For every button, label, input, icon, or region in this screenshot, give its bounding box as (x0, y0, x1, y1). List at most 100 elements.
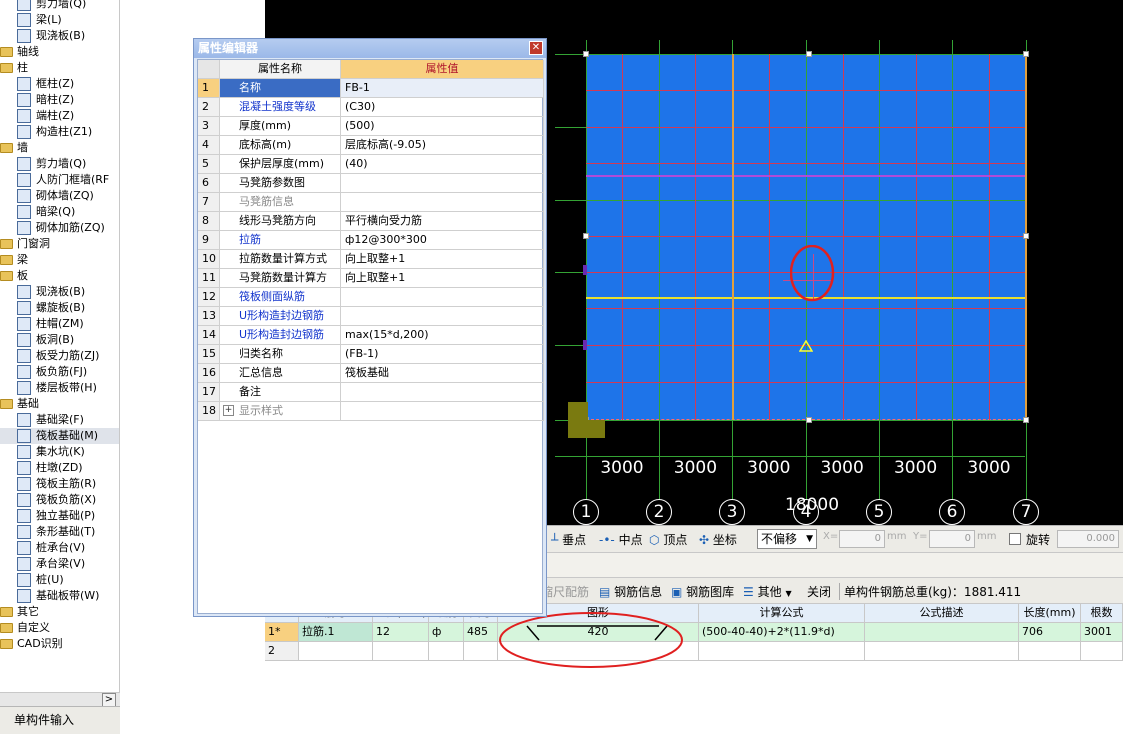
property-row[interactable]: 16 汇总信息 筏板基础 (198, 364, 544, 383)
tree-item[interactable]: 桩(U) (0, 572, 119, 588)
rotate-input[interactable]: 0.000 (1057, 530, 1119, 548)
grid-cell[interactable] (865, 642, 1019, 661)
scroll-right-arrow[interactable]: > (102, 693, 116, 707)
grid-cell[interactable] (299, 642, 373, 661)
tree-item[interactable]: 端柱(Z) (0, 108, 119, 124)
property-row[interactable]: 10 拉筋数量计算方式 向上取整+1 (198, 250, 544, 269)
grid-cell[interactable] (1019, 642, 1081, 661)
expand-icon[interactable]: + (223, 405, 234, 416)
tree-folder[interactable]: 门窗洞 (0, 236, 119, 252)
grid-cell[interactable] (373, 642, 429, 661)
tree-folder[interactable]: 自定义 (0, 620, 119, 636)
offset-select[interactable]: 不偏移 ▼ (757, 529, 817, 549)
property-row[interactable]: 6 马凳筋参数图 (198, 174, 544, 193)
tree-item[interactable]: 条形基础(T) (0, 524, 119, 540)
tree-item[interactable]: 梁(L) (0, 12, 119, 28)
tree-folder[interactable]: 梁 (0, 252, 119, 268)
tree-item[interactable]: 筏板负筋(X) (0, 492, 119, 508)
tree-item[interactable]: 承台梁(V) (0, 556, 119, 572)
property-value[interactable]: max(15*d,200) (341, 326, 544, 345)
midpoint-snap-button[interactable]: -•- 中点 (599, 531, 643, 548)
y-offset-input[interactable]: 0 (929, 530, 975, 548)
rebar-library-button[interactable]: ▣ 钢筋图库 (671, 583, 734, 600)
property-value[interactable]: 向上取整+1 (341, 250, 544, 269)
property-value[interactable] (341, 307, 544, 326)
property-editor-dialog[interactable]: 属性编辑器 ✕ 属性名称 属性值 1 名称 FB-1 2 混凝土强度等级 (C30) 3 厚度… (193, 38, 547, 617)
grid-cell[interactable] (429, 642, 464, 661)
tree-item[interactable]: 板负筋(FJ) (0, 364, 119, 380)
property-value[interactable] (341, 383, 544, 402)
rotate-checkbox[interactable] (1009, 533, 1021, 545)
tree-scrollbar[interactable]: > (0, 692, 120, 707)
property-row[interactable]: 7 马凳筋信息 (198, 193, 544, 212)
single-component-input-tab[interactable]: 单构件输入 (0, 706, 120, 734)
grid-cell[interactable]: 12 (373, 623, 429, 642)
property-row[interactable]: 15 归类名称 (FB-1) (198, 345, 544, 364)
tree-item[interactable]: 剪力墙(Q) (0, 0, 119, 12)
tree-item[interactable]: 构造柱(Z1) (0, 124, 119, 140)
tree-folder[interactable]: 其它 (0, 604, 119, 620)
tree-item[interactable]: 独立基础(P) (0, 508, 119, 524)
property-value[interactable] (341, 193, 544, 212)
tree-item[interactable]: 框柱(Z) (0, 76, 119, 92)
tree-item[interactable]: 现浇板(B) (0, 28, 119, 44)
property-value[interactable]: ф12@300*300 (341, 231, 544, 250)
property-row[interactable]: 5 保护层厚度(mm) (40) (198, 155, 544, 174)
tree-item[interactable]: 基础板带(W) (0, 588, 119, 604)
tree-folder[interactable]: 板 (0, 268, 119, 284)
tree-item[interactable]: 板受力筋(ZJ) (0, 348, 119, 364)
rebar-info-button[interactable]: ▤ 钢筋信息 (599, 583, 662, 600)
rebar-grid[interactable]: 筋号直径(mm)级别图号图形计算公式公式描述长度(mm)根数1*拉筋.112ф4… (265, 604, 1123, 734)
grid-cell[interactable] (464, 642, 498, 661)
tree-item[interactable]: 砌体加筋(ZQ) (0, 220, 119, 236)
coordinate-snap-button[interactable]: ✣ 坐标 (699, 531, 737, 548)
close-icon[interactable]: ✕ (529, 41, 543, 55)
property-value[interactable]: 筏板基础 (341, 364, 544, 383)
vertex-snap-button[interactable]: ⬡ 顶点 (649, 531, 687, 548)
tree-folder[interactable]: 柱 (0, 60, 119, 76)
property-row[interactable]: 4 底标高(m) 层底标高(-9.05) (198, 136, 544, 155)
property-editor-title[interactable]: 属性编辑器 ✕ (194, 39, 546, 58)
grid-cell[interactable] (699, 642, 865, 661)
grid-cell[interactable] (865, 623, 1019, 642)
property-row[interactable]: 9 拉筋 ф12@300*300 (198, 231, 544, 250)
grid-cell[interactable]: 3001 (1081, 623, 1123, 642)
tree-item[interactable]: 筏板主筋(R) (0, 476, 119, 492)
property-value[interactable]: 向上取整+1 (341, 269, 544, 288)
property-row[interactable]: 14 U形构造封边钢筋 max(15*d,200) (198, 326, 544, 345)
property-value[interactable] (341, 174, 544, 193)
property-value[interactable]: (C30) (341, 98, 544, 117)
property-row[interactable]: 3 厚度(mm) (500) (198, 117, 544, 136)
property-row[interactable]: 1 名称 FB-1 (198, 79, 544, 98)
grid-cell[interactable]: 拉筋.1 (299, 623, 373, 642)
tree-folder[interactable]: 基础 (0, 396, 119, 412)
tree-folder[interactable]: 轴线 (0, 44, 119, 60)
perpendicular-snap-button[interactable]: ┴ 垂点 (551, 531, 586, 548)
property-value[interactable]: (500) (341, 117, 544, 136)
property-value[interactable]: 层底标高(-9.05) (341, 136, 544, 155)
tree-item[interactable]: 基础梁(F) (0, 412, 119, 428)
scale-rebar-button[interactable]: 缩尺配筋 (541, 583, 589, 600)
tree-item[interactable]: 柱帽(ZM) (0, 316, 119, 332)
property-value[interactable]: 平行横向受力筋 (341, 212, 544, 231)
property-table[interactable]: 属性名称 属性值 1 名称 FB-1 2 混凝土强度等级 (C30) 3 厚度(mm) (500… (197, 59, 544, 614)
grid-cell[interactable] (1081, 642, 1123, 661)
property-value[interactable] (341, 402, 544, 421)
tree-item[interactable]: 筏板基础(M) (0, 428, 119, 444)
tree-item[interactable]: 剪力墙(Q) (0, 156, 119, 172)
tree-item[interactable]: 人防门框墙(RF (0, 172, 119, 188)
tree-item[interactable]: 暗梁(Q) (0, 204, 119, 220)
tree-item[interactable]: 砌体墙(ZQ) (0, 188, 119, 204)
tree-folder[interactable]: CAD识别 (0, 636, 119, 652)
property-value[interactable]: FB-1 (341, 79, 544, 98)
property-row[interactable]: 17 备注 (198, 383, 544, 402)
tree-folder[interactable]: 墙 (0, 140, 119, 156)
other-menu-button[interactable]: ☰ 其他 ▼ (743, 583, 792, 600)
property-row[interactable]: 13 U形构造封边钢筋 (198, 307, 544, 326)
x-offset-input[interactable]: 0 (839, 530, 885, 548)
property-value[interactable]: (40) (341, 155, 544, 174)
tree-item[interactable]: 楼层板带(H) (0, 380, 119, 396)
tree-item[interactable]: 螺旋板(B) (0, 300, 119, 316)
property-row[interactable]: 11 马凳筋数量计算方 向上取整+1 (198, 269, 544, 288)
component-tree[interactable]: 剪力墙(Q) 梁(L) 现浇板(B) 轴线柱框柱(Z) 暗柱(Z) 端柱(Z) 构造柱(Z1… (0, 0, 120, 692)
